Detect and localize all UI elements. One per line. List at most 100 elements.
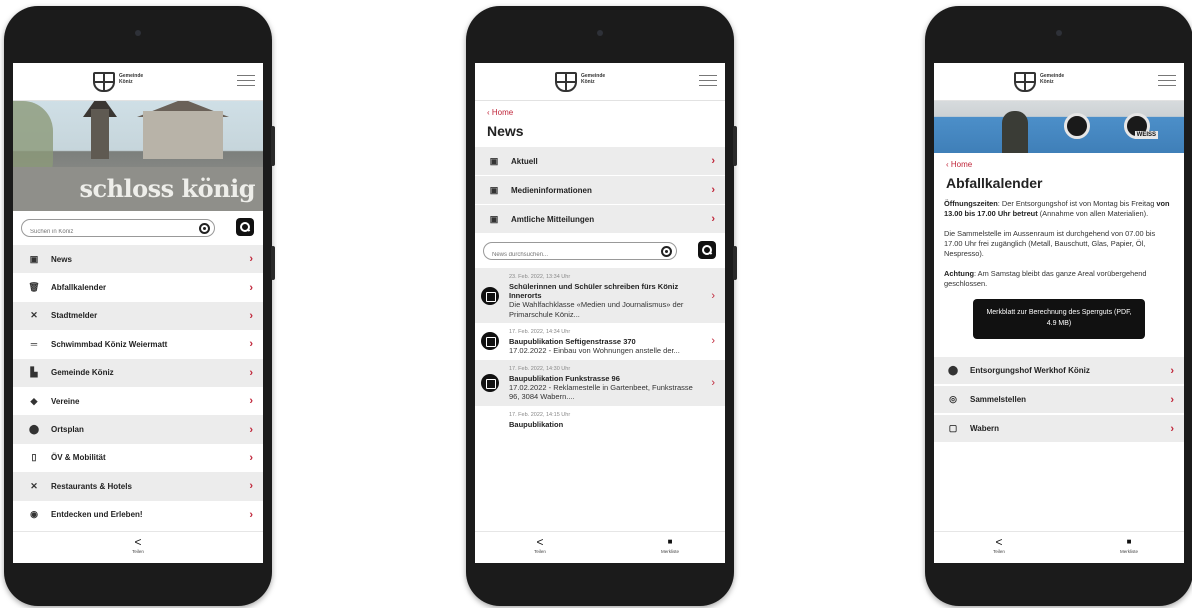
news-sections: ▣ Aktuell › ▣ Medieninformationen › ▣ Amtliche …: [475, 147, 725, 233]
warning-paragraph: Achtung: Am Samstag bleibt das ganze Are…: [944, 269, 1174, 289]
menu-item[interactable]: ═ Schwimmbad Köniz Weiermatt ›: [13, 330, 263, 359]
menu-item[interactable]: ✕ Stadtmelder ›: [13, 301, 263, 331]
chevron-right-icon: ›: [249, 309, 253, 322]
pdf-download-button[interactable]: Merkblatt zur Berechnung des Sperrguts (…: [973, 299, 1145, 339]
hero-image-castle: schloss könig: [13, 101, 263, 211]
chevron-right-icon: ›: [711, 213, 715, 225]
municipality-logo[interactable]: Gemeinde Köniz: [555, 70, 645, 96]
news-section-item[interactable]: ▣ Aktuell ›: [475, 147, 725, 175]
coat-of-arms-icon: [1014, 72, 1036, 92]
menu-item-label: Abfallkalender: [51, 283, 107, 293]
opening-hours-note: (Annahme von allen Materialien).: [1037, 209, 1149, 218]
news-icon: ▣: [489, 155, 499, 166]
phone-home: Gemeinde Köniz schloss könig ▣: [4, 6, 275, 606]
side-button: [733, 246, 737, 280]
share-button[interactable]: < Teilen: [113, 535, 163, 554]
menu-item-label: ÖV & Mobilität: [51, 453, 106, 463]
clear-search-icon[interactable]: [661, 246, 672, 257]
news-date: 17. Feb. 2022, 14:30 Uhr: [509, 365, 571, 372]
menu-item-label: Ortsplan: [51, 425, 84, 435]
back-label: Home: [491, 108, 514, 117]
warning-text: : Am Samstag bleibt das ganze Areal vorü…: [944, 269, 1147, 288]
share-icon: <: [536, 535, 544, 549]
back-chevron-icon: ‹: [946, 160, 949, 169]
location-pin-icon: ⬤: [28, 424, 40, 435]
location-item[interactable]: ⬤ Entsorgungshof Werkhof Köniz ›: [934, 357, 1184, 384]
bottom-bar: < Teilen ■ Merkliste: [934, 531, 1184, 563]
news-section-item[interactable]: ▣ Medieninformationen ›: [475, 176, 725, 204]
location-item[interactable]: ▢ Wabern ›: [934, 415, 1184, 442]
news-item[interactable]: 23. Feb. 2022, 13:34 Uhr Schülerinnen und…: [475, 268, 725, 323]
chevron-right-icon: ›: [711, 376, 715, 389]
menu-item-label: Stadtmelder: [51, 311, 98, 321]
menu-item[interactable]: 🗑 Abfallkalender ›: [13, 273, 263, 302]
house: [143, 111, 223, 159]
clear-search-icon[interactable]: [199, 223, 210, 234]
search-box[interactable]: [21, 219, 215, 240]
news-item[interactable]: 17. Feb. 2022, 14:15 Uhr Baupublikation: [475, 405, 725, 433]
news-date: 17. Feb. 2022, 14:15 Uhr: [509, 411, 571, 418]
side-button: [733, 126, 737, 166]
chevron-right-icon: ›: [711, 335, 715, 348]
news-date: 23. Feb. 2022, 13:34 Uhr: [509, 274, 571, 280]
bin-label: WEISS: [1134, 131, 1158, 139]
hamburger-menu-icon[interactable]: [699, 75, 717, 89]
back-chevron-icon: ‹: [487, 108, 490, 117]
camera: [135, 30, 141, 36]
back-label: Home: [950, 160, 973, 169]
news-excerpt: 17.02.2022 - Einbau von Wohnungen anstel…: [509, 346, 680, 355]
chevron-right-icon: ›: [711, 289, 715, 302]
menu-item[interactable]: ▯ ÖV & Mobilität ›: [13, 443, 263, 473]
menu-item[interactable]: ⬤ Ortsplan ›: [13, 415, 263, 444]
bookmarks-label: Merkliste: [1119, 549, 1138, 554]
news-list: 23. Feb. 2022, 13:34 Uhr Schülerinnen und…: [475, 268, 725, 433]
app-header: Gemeinde Köniz: [13, 63, 263, 101]
news-item[interactable]: 17. Feb. 2022, 14:34 Uhr Baupublikation S…: [475, 323, 725, 360]
main-menu: ▣ News › 🗑 Abfallkalender › ✕ Stadtmelder › ═ Schw…: [13, 245, 263, 529]
share-button[interactable]: < Teilen: [515, 535, 565, 554]
news-item-icon: [481, 286, 499, 305]
back-link[interactable]: ‹ Home: [934, 153, 1184, 173]
location-label: Entsorgungshof Werkhof Köniz: [970, 366, 1090, 375]
church-tower: [91, 109, 109, 159]
hamburger-menu-icon[interactable]: [1158, 75, 1176, 89]
search-button[interactable]: [236, 218, 254, 236]
location-list: ⬤ Entsorgungshof Werkhof Köniz › ◎ Sammelste…: [934, 357, 1184, 442]
bookmarks-button[interactable]: ■ Merkliste: [1104, 535, 1154, 554]
news-item-icon: [481, 332, 499, 351]
search-input[interactable]: [22, 224, 172, 240]
opening-info: Öffnungszeiten: Der Entsorgungshof ist v…: [934, 199, 1184, 289]
location-pin-icon: ⬤: [947, 365, 959, 375]
share-button[interactable]: < Teilen: [974, 535, 1024, 554]
search-button[interactable]: [698, 241, 716, 259]
municipality-logo[interactable]: Gemeinde Köniz: [93, 70, 183, 96]
news-search-input[interactable]: [484, 247, 634, 263]
menu-item[interactable]: ◆ Vereine ›: [13, 386, 263, 416]
menu-item[interactable]: ▙ Gemeinde Köniz ›: [13, 358, 263, 387]
logo-text: Gemeinde Köniz: [1040, 73, 1065, 85]
menu-item[interactable]: ✕ Restaurants & Hotels ›: [13, 472, 263, 501]
chevron-right-icon: ›: [711, 184, 715, 196]
news-item[interactable]: 17. Feb. 2022, 14:30 Uhr Baupublikation F…: [475, 359, 725, 406]
search-row: [13, 211, 263, 245]
back-link[interactable]: ‹ Home: [475, 101, 725, 121]
section-label: Aktuell: [511, 156, 538, 166]
phone-waste-calendar: Gemeinde Köniz WEISS ‹ Home Abfallkalend…: [925, 6, 1192, 606]
bottom-bar: < Teilen ■ Merkliste: [475, 531, 725, 563]
search-box[interactable]: [483, 242, 677, 263]
news-section-item[interactable]: ▣ Amtliche Mitteilungen ›: [475, 205, 725, 233]
tools-icon: ✕: [30, 310, 38, 321]
side-button: [271, 126, 275, 166]
menu-item-label: Gemeinde Köniz: [51, 368, 114, 378]
menu-item[interactable]: ▣ News ›: [13, 245, 263, 274]
menu-item-label: Restaurants & Hotels: [51, 481, 132, 491]
chevron-right-icon: ›: [1170, 393, 1174, 406]
municipality-logo[interactable]: Gemeinde Köniz: [1014, 70, 1104, 96]
opening-hours-label: Öffnungszeiten: [944, 199, 998, 208]
location-item[interactable]: ◎ Sammelstellen ›: [934, 386, 1184, 413]
menu-item[interactable]: ◉ Entdecken und Erleben! ›: [13, 500, 263, 529]
chevron-right-icon: ›: [249, 281, 253, 294]
hamburger-menu-icon[interactable]: [237, 75, 255, 89]
bookmarks-button[interactable]: ■ Merkliste: [645, 535, 695, 554]
chevron-right-icon: ›: [249, 480, 253, 493]
